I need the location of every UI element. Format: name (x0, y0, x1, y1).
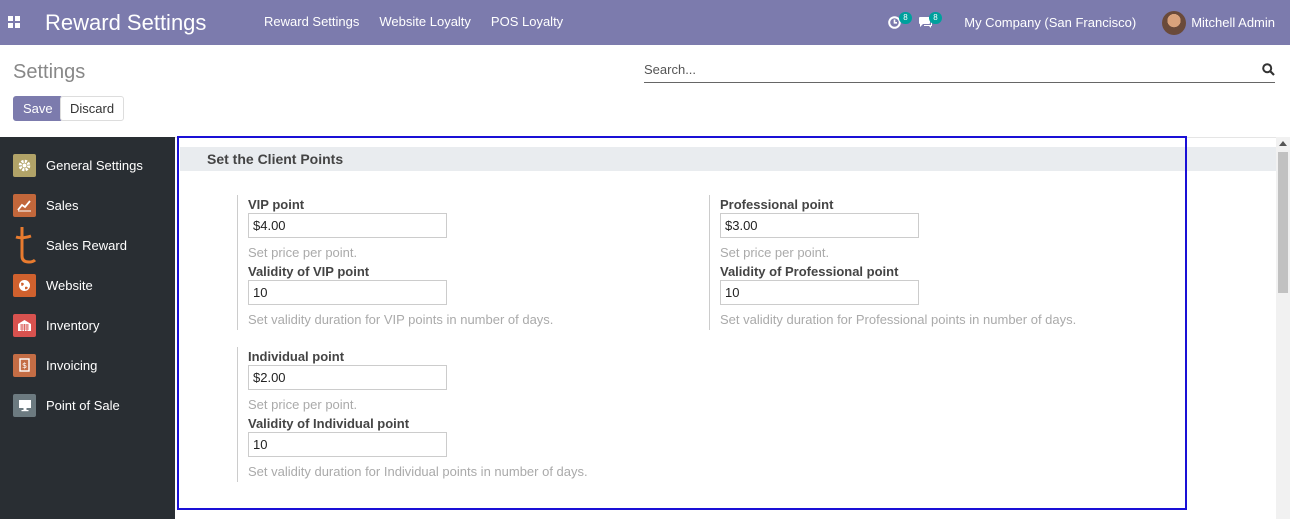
sidebar-item-label: Inventory (46, 317, 100, 333)
app-title: Reward Settings (45, 10, 207, 35)
professional-validity-input[interactable] (720, 280, 919, 305)
vip-validity-input[interactable] (248, 280, 447, 305)
section-header: Set the Client Points (180, 147, 1276, 171)
vip-validity-help: Set validity duration for VIP points in … (248, 312, 554, 327)
scroll-thumb[interactable] (1278, 152, 1288, 293)
sidebar-item-sales-reward[interactable]: Sales Reward (0, 225, 175, 265)
sidebar-item-point-of-sale[interactable]: Point of Sale (0, 385, 175, 425)
top-menu: Reward Settings Website Loyalty POS Loya… (254, 14, 573, 29)
sidebar-item-sales[interactable]: Sales (0, 185, 175, 225)
user-name: Mitchell Admin (1191, 15, 1275, 30)
vip-point-help: Set price per point. (248, 245, 358, 260)
search-input[interactable] (644, 57, 1244, 81)
vip-point-label: VIP point (248, 197, 305, 212)
monitor-icon (13, 393, 36, 417)
company-switcher[interactable]: My Company (San Francisco) (964, 15, 1136, 30)
menu-pos-loyalty[interactable]: POS Loyalty (481, 14, 573, 29)
search-icon[interactable] (1262, 63, 1275, 76)
sidebar-item-inventory[interactable]: Inventory (0, 305, 175, 345)
messages-button[interactable]: 8 (914, 0, 944, 45)
activity-count-badge: 8 (899, 12, 912, 24)
sidebar-item-label: Invoicing (46, 357, 98, 373)
page-title: Settings (13, 61, 86, 83)
systray: 8 8 My Company (San Francisco) Mitchell … (884, 0, 1290, 45)
avatar (1162, 10, 1187, 35)
scroll-up-icon[interactable] (1279, 141, 1287, 146)
reward-icon (13, 225, 36, 265)
vip-validity-label: Validity of VIP point (248, 264, 370, 279)
sidebar-item-website[interactable]: Website (0, 265, 175, 305)
menu-website-loyalty[interactable]: Website Loyalty (369, 14, 481, 29)
individual-point-label: Individual point (248, 349, 345, 364)
sidebar-item-label: Sales (46, 197, 79, 213)
professional-validity-label: Validity of Professional point (720, 264, 899, 279)
scrollbar[interactable] (1276, 137, 1290, 519)
save-button[interactable]: Save (13, 96, 63, 121)
chart-icon (13, 193, 36, 217)
individual-validity-help: Set validity duration for Individual poi… (248, 464, 588, 479)
top-navbar: Reward Settings Reward Settings Website … (0, 0, 1290, 45)
invoice-icon: $ (13, 353, 36, 377)
sidebar-item-label: Sales Reward (46, 237, 127, 253)
sidebar-item-label: Point of Sale (46, 397, 120, 413)
professional-validity-help: Set validity duration for Professional p… (720, 312, 1077, 327)
individual-validity-input[interactable] (248, 432, 447, 457)
activity-button[interactable]: 8 (884, 0, 914, 45)
svg-text:$: $ (22, 361, 27, 370)
individual-validity-label: Validity of Individual point (248, 416, 410, 431)
individual-point-help: Set price per point. (248, 397, 358, 412)
individual-point-input[interactable] (248, 365, 447, 390)
professional-point-input[interactable] (720, 213, 919, 238)
professional-setting: Professional point Set price per point. … (709, 195, 1076, 330)
vip-point-input[interactable] (248, 213, 447, 238)
professional-point-label: Professional point (720, 197, 834, 212)
sidebar-item-label: Website (46, 277, 93, 293)
professional-point-help: Set price per point. (720, 245, 830, 260)
globe-icon (13, 273, 36, 297)
settings-sidebar: General Settings Sales Sales Reward Webs… (0, 137, 175, 519)
menu-reward-settings[interactable]: Reward Settings (254, 14, 369, 29)
sidebar-item-label: General Settings (46, 157, 143, 173)
warehouse-icon (13, 313, 36, 337)
gear-icon (13, 153, 36, 177)
sidebar-item-invoicing[interactable]: $ Invoicing (0, 345, 175, 385)
section-title: Set the Client Points (207, 151, 344, 167)
discard-button[interactable]: Discard (60, 96, 125, 121)
search-bar (644, 57, 1275, 83)
message-count-badge: 8 (929, 12, 942, 24)
user-menu[interactable]: Mitchell Admin (1162, 10, 1275, 35)
vip-setting: VIP point Set price per point. Validity … (237, 195, 553, 330)
individual-setting: Individual point Set price per point. Va… (237, 347, 588, 482)
sidebar-item-general-settings[interactable]: General Settings (0, 145, 175, 185)
apps-menu-icon[interactable] (8, 16, 20, 28)
